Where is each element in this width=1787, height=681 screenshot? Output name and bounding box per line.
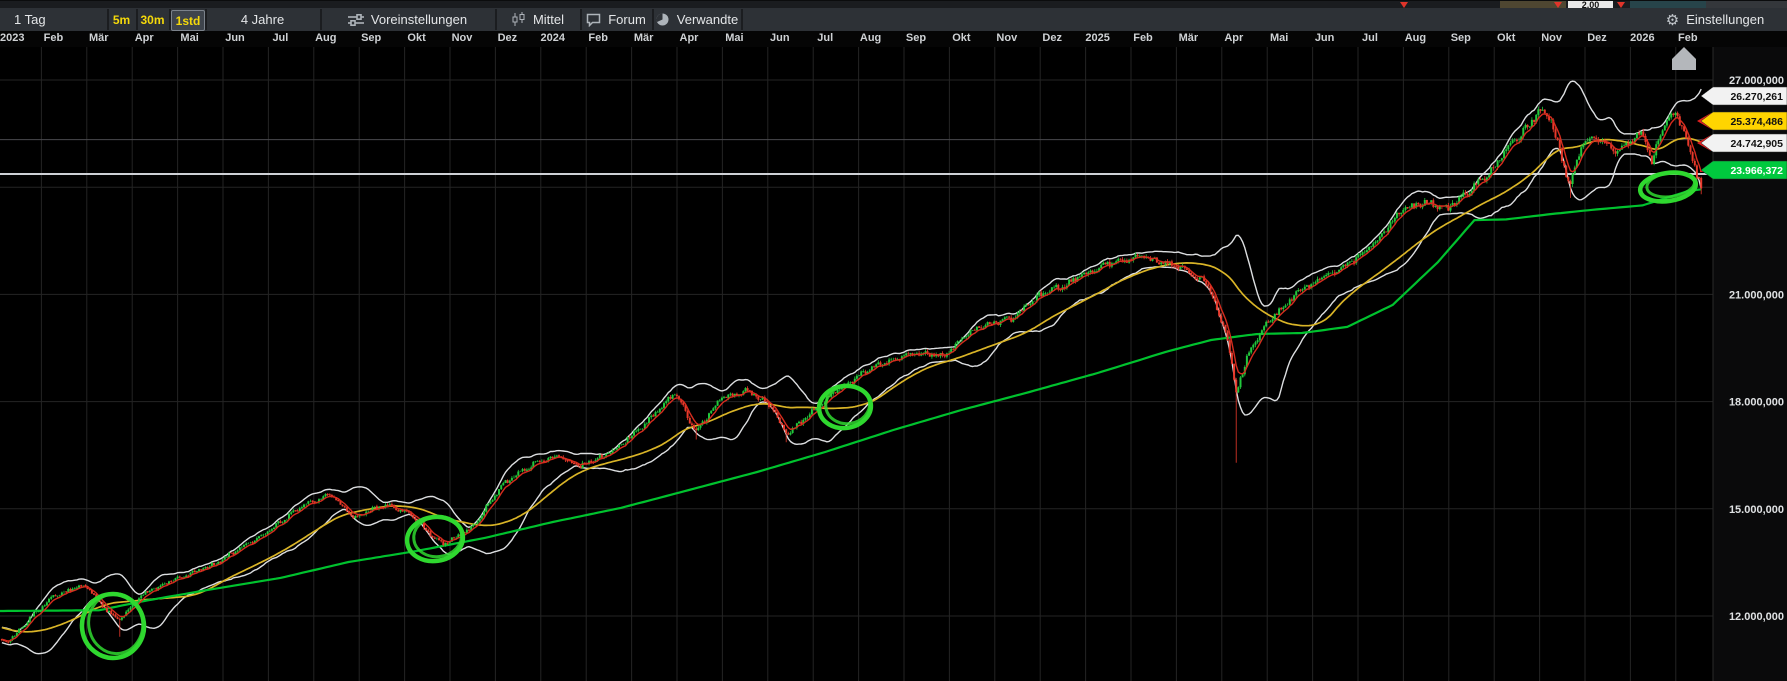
month-tick-label: Feb bbox=[1133, 32, 1153, 44]
month-tick-label: 2023 bbox=[0, 32, 24, 44]
month-tick-label: Okt bbox=[407, 32, 425, 44]
month-tick-label: Jun bbox=[1315, 32, 1335, 44]
month-tick-label: Aug bbox=[860, 32, 881, 44]
timeframe-5m-button[interactable]: 5m bbox=[108, 8, 135, 31]
month-tick-label: 2025 bbox=[1085, 32, 1109, 44]
price-tick-label: 27.000,000 bbox=[1729, 75, 1784, 87]
month-tick-label: Sep bbox=[361, 32, 381, 44]
month-tick-label: Feb bbox=[1678, 32, 1698, 44]
month-tick-label: Jun bbox=[225, 32, 245, 44]
month-tick-label: Nov bbox=[1541, 32, 1562, 44]
mittel-button[interactable]: Mittel bbox=[496, 8, 579, 31]
gear-icon: ⚙ bbox=[1666, 11, 1679, 29]
month-tick-label: Sep bbox=[1451, 32, 1471, 44]
presets-button[interactable]: Voreinstellungen bbox=[321, 8, 494, 31]
month-tick-label: Aug bbox=[1405, 32, 1426, 44]
month-tick-label: Sep bbox=[906, 32, 926, 44]
price-tick-label: 18.000,000 bbox=[1729, 397, 1784, 409]
chart-toolbar: 1 Tag 5m 30m 1std 4 Jahre Voreinstellung… bbox=[0, 8, 1787, 32]
month-tick-label: Dez bbox=[1042, 32, 1062, 44]
month-tick-label: Jul bbox=[1362, 32, 1378, 44]
month-tick-label: Mär bbox=[634, 32, 654, 44]
month-tick-label: Jul bbox=[817, 32, 833, 44]
month-tick-label: Apr bbox=[680, 32, 699, 44]
month-tick-label: Okt bbox=[1497, 32, 1515, 44]
month-tick-label: Okt bbox=[952, 32, 970, 44]
month-tick-label: Mär bbox=[1179, 32, 1199, 44]
month-tick-label: 2024 bbox=[541, 32, 565, 44]
period-button[interactable]: 1 Tag bbox=[8, 8, 106, 31]
month-tick-label: 2026 bbox=[1630, 32, 1654, 44]
month-tick-label: Apr bbox=[135, 32, 154, 44]
month-tick-label: Feb bbox=[588, 32, 608, 44]
settings-button[interactable]: ⚙ Einstellungen bbox=[1645, 8, 1785, 31]
speech-bubble-icon bbox=[586, 13, 601, 27]
sliders-icon bbox=[348, 13, 364, 27]
timeframe-30m-button[interactable]: 30m bbox=[137, 8, 168, 31]
time-axis[interactable]: 2023 Feb Mär Apr Mai Jun Jul Aug Sep Okt Nov Dez 202… bbox=[0, 31, 1787, 47]
month-tick-label: Aug bbox=[315, 32, 336, 44]
price-tag: 26.270,261 bbox=[1730, 91, 1783, 103]
chart-area[interactable]: 27.000,000 21.000,000 18.000,000 15.000,000… bbox=[0, 47, 1787, 681]
month-tick-label: Mär bbox=[89, 32, 109, 44]
price-tag: 24.742,905 bbox=[1730, 138, 1783, 150]
month-tick-label: Mai bbox=[725, 32, 743, 44]
month-tick-label: Jun bbox=[770, 32, 790, 44]
month-tick-label: Apr bbox=[1224, 32, 1243, 44]
period-label: 1 Tag bbox=[14, 12, 46, 27]
month-tick-label: Nov bbox=[996, 32, 1017, 44]
month-tick-label: Feb bbox=[44, 32, 64, 44]
price-tag: 23.966,372 bbox=[1730, 165, 1783, 177]
price-tick-label: 15.000,000 bbox=[1729, 504, 1784, 516]
charting-app: { "top_strip": { "value_label": "2,00", … bbox=[0, 0, 1787, 681]
related-icon bbox=[655, 12, 670, 27]
chart-canvas[interactable]: 27.000,000 21.000,000 18.000,000 15.000,000… bbox=[0, 47, 1787, 681]
price-tick-label: 12.000,000 bbox=[1729, 611, 1784, 623]
price-tick-label: 21.000,000 bbox=[1729, 289, 1784, 301]
timeframe-1std-button[interactable]: 1std bbox=[171, 10, 205, 31]
month-tick-label: Mai bbox=[180, 32, 198, 44]
range-button[interactable]: 4 Jahre bbox=[206, 8, 319, 31]
month-tick-label: Dez bbox=[498, 32, 518, 44]
candlestick-icon bbox=[511, 12, 526, 27]
month-tick-label: Jul bbox=[272, 32, 288, 44]
forum-button[interactable]: Forum bbox=[581, 8, 651, 31]
month-tick-label: Dez bbox=[1587, 32, 1607, 44]
verwandte-button[interactable]: Verwandte bbox=[653, 8, 740, 31]
month-tick-label: Mai bbox=[1270, 32, 1288, 44]
month-tick-label: Nov bbox=[452, 32, 473, 44]
price-tag: 25.374,486 bbox=[1730, 116, 1783, 128]
